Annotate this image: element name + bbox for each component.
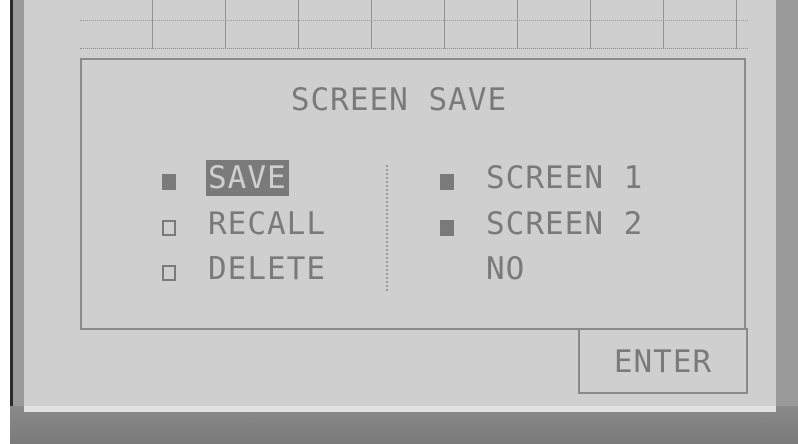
option-recall[interactable]: RECALL [208, 206, 326, 242]
option-recall-label: RECALL [208, 206, 326, 242]
save-mark-icon [162, 174, 176, 190]
option-no[interactable]: NO [486, 251, 525, 287]
options-divider [386, 165, 388, 291]
option-delete[interactable]: DELETE [208, 251, 326, 287]
enter-button[interactable]: ENTER [578, 328, 748, 394]
option-screen-1-label: SCREEN 1 [486, 160, 644, 196]
option-delete-label: DELETE [208, 251, 326, 287]
option-screen-1[interactable]: SCREEN 1 [486, 160, 643, 196]
option-save[interactable]: SAVE [206, 160, 289, 196]
option-save-label: SAVE [206, 160, 289, 196]
delete-mark-icon [162, 265, 176, 281]
graticule-grid [80, 0, 748, 49]
recall-mark-icon [162, 220, 176, 236]
dialog-title: SCREEN SAVE [290, 82, 508, 118]
option-no-label: NO [486, 251, 526, 287]
option-screen-2[interactable]: SCREEN 2 [486, 206, 643, 242]
option-screen-2-label: SCREEN 2 [486, 206, 644, 242]
screen2-mark-icon [440, 220, 454, 236]
screen1-mark-icon [440, 174, 454, 190]
